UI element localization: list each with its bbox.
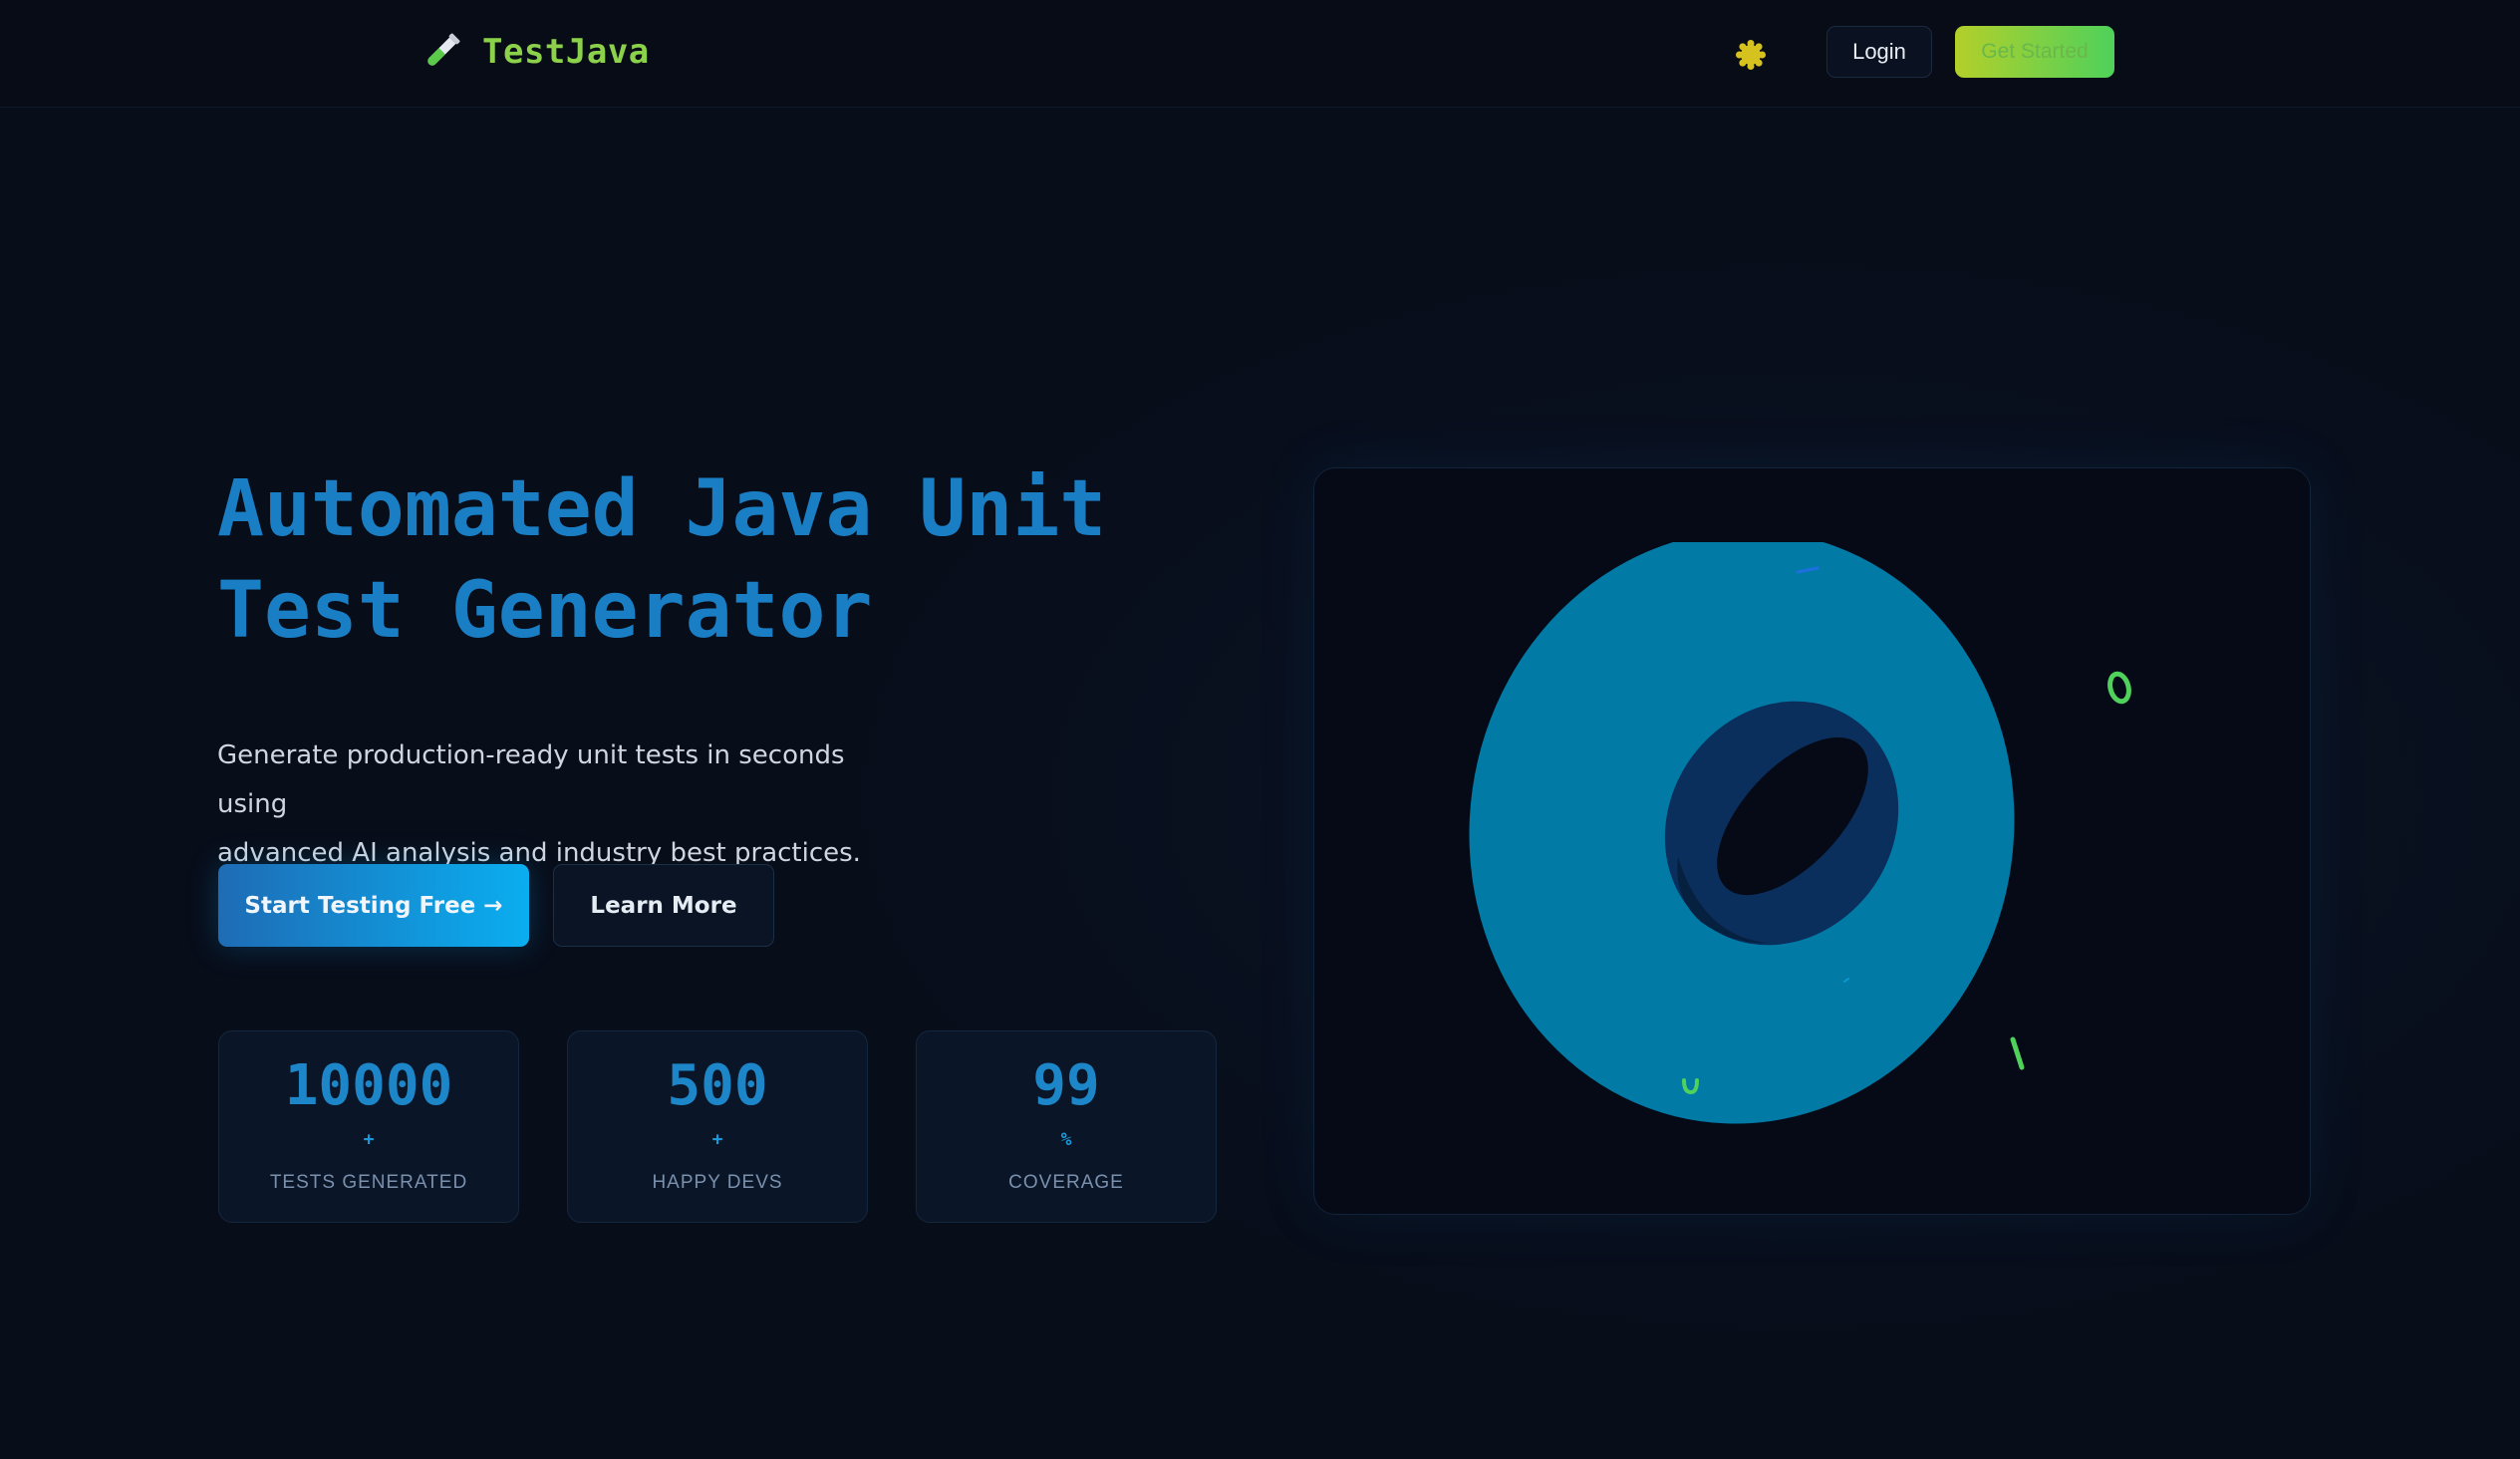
- hero-subtitle: Generate production-ready unit tests in …: [217, 731, 915, 878]
- stat-label: TESTS GENERATED: [269, 1172, 468, 1193]
- hero-title-line-2: Test Generator: [217, 566, 873, 656]
- stat-suffix: +: [363, 1129, 375, 1150]
- stat-label: HAPPY DEVS: [652, 1172, 783, 1193]
- sun-icon[interactable]: [1734, 38, 1768, 72]
- learn-more-button[interactable]: Learn More: [553, 864, 774, 947]
- stat-value: 99: [1032, 1053, 1100, 1118]
- hero-subtitle-line-1: Generate production-ready unit tests in …: [217, 740, 845, 819]
- start-testing-button[interactable]: Start Testing Free →: [218, 864, 529, 947]
- login-button[interactable]: Login: [1826, 26, 1932, 78]
- stat-card-devs: 500 + HAPPY DEVS: [567, 1030, 868, 1223]
- torus-graphic: [1469, 542, 2131, 1124]
- stat-suffix: +: [711, 1129, 723, 1150]
- stat-suffix: %: [1060, 1129, 1072, 1150]
- hero-title: Automated Java Unit Test Generator: [217, 458, 1214, 662]
- brand-name: TestJava: [482, 32, 650, 72]
- hero-title-line-1: Automated Java Unit: [217, 464, 1107, 554]
- stat-card-coverage: 99 % COVERAGE: [916, 1030, 1217, 1223]
- stat-value: 10000: [284, 1053, 453, 1118]
- stat-card-tests: 10000 + TESTS GENERATED: [218, 1030, 519, 1223]
- stat-label: COVERAGE: [1008, 1172, 1124, 1193]
- stat-value: 500: [667, 1053, 768, 1118]
- brand-logo[interactable]: TestJava: [419, 26, 650, 78]
- get-started-button[interactable]: Get Started: [1955, 26, 2114, 78]
- hero-3d-scene[interactable]: [1313, 467, 2311, 1215]
- top-navbar: TestJava Login Get Started: [0, 0, 2520, 108]
- test-tube-icon: [427, 33, 460, 66]
